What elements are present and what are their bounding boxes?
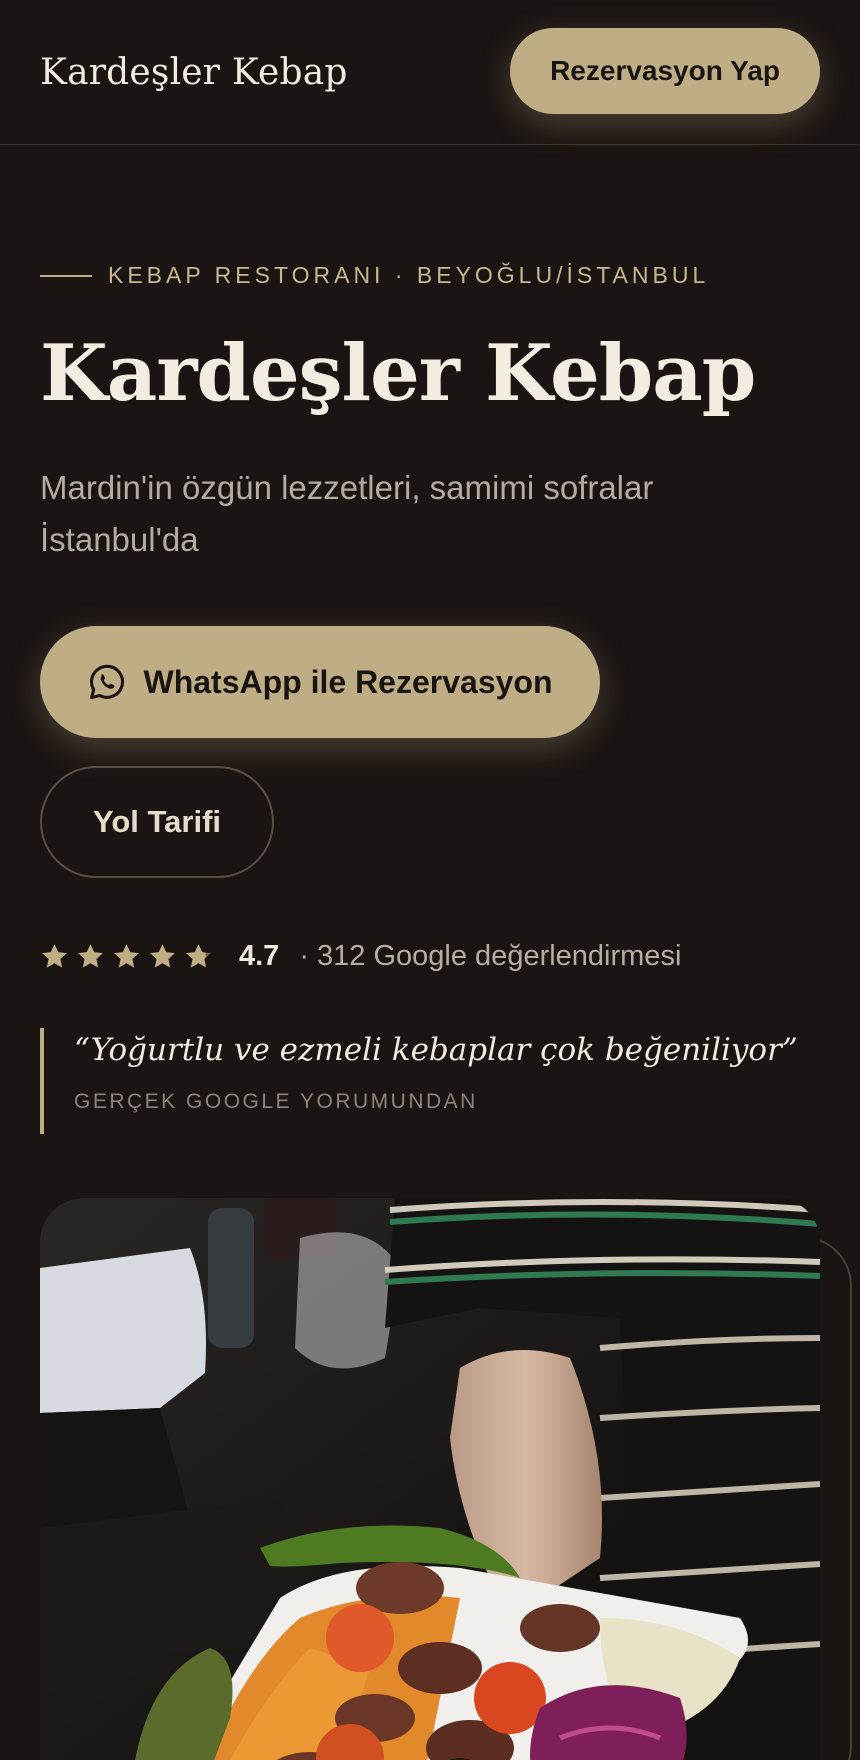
star-icon <box>114 943 139 968</box>
rating-stars <box>40 942 213 971</box>
rating-count: · 312 Google değerlendirmesi <box>299 939 682 972</box>
quote-text: “Yoğurtlu ve ezmeli kebaplar çok beğenil… <box>74 1032 798 1068</box>
review-quote: “Yoğurtlu ve ezmeli kebaplar çok beğenil… <box>40 1028 820 1134</box>
whatsapp-reservation-button[interactable]: WhatsApp ile Rezervasyon <box>40 626 600 738</box>
brand-logo[interactable]: Kardeşler Kebap <box>40 52 348 93</box>
food-photo <box>40 1198 820 1760</box>
eyebrow-line <box>40 274 92 277</box>
star-icon <box>150 943 175 968</box>
whatsapp-button-label: WhatsApp ile Rezervasyon <box>143 663 553 700</box>
directions-button[interactable]: Yol Tarifi <box>40 766 274 878</box>
reserve-button[interactable]: Rezervasyon Yap <box>510 28 820 114</box>
hero-title: Kardeşler Kebap <box>40 328 756 419</box>
kebab-plate-illustration <box>40 1198 820 1760</box>
google-rating: 4.7 · 312 Google değerlendirmesi <box>40 934 681 978</box>
star-icon <box>78 943 103 968</box>
star-icon <box>42 943 67 968</box>
whatsapp-icon <box>89 664 124 700</box>
site-header: Kardeşler Kebap Rezervasyon Yap <box>0 0 860 145</box>
star-icon <box>186 943 211 968</box>
rating-score: 4.7 <box>239 939 280 972</box>
quote-source: GERÇEK GOOGLE YORUMUNDAN <box>74 1090 478 1113</box>
hero-eyebrow: KEBAP RESTORANI · BEYOĞLU/İSTANBUL <box>40 262 709 289</box>
hero-subtitle: Mardin'in özgün lezzetleri, samimi sofra… <box>40 469 654 558</box>
eyebrow-text: KEBAP RESTORANI · BEYOĞLU/İSTANBUL <box>108 262 710 288</box>
